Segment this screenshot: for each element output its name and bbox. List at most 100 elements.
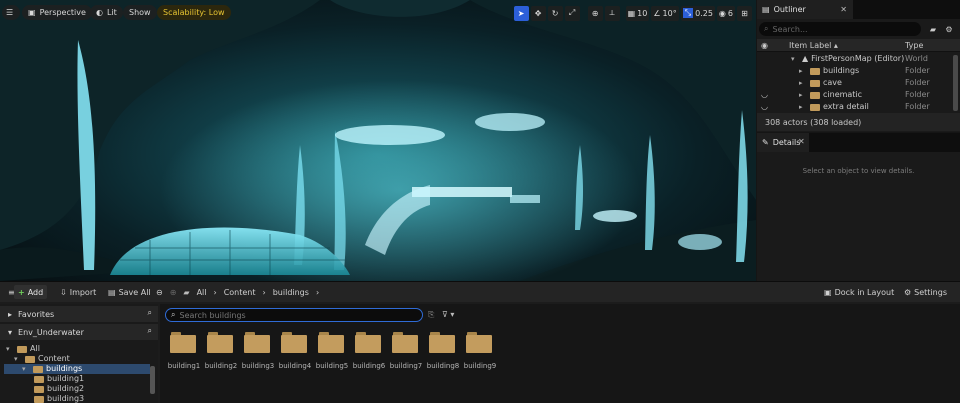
chevron-down-icon[interactable]: ▾ — [791, 53, 799, 65]
asset-grid: building1 building2 building3 building4 … — [168, 331, 958, 401]
outliner-row[interactable]: ◡ ▸ cinematic Folder — [757, 89, 950, 101]
tree-item-all[interactable]: ▾ All — [4, 344, 150, 354]
viewport-toolbar: ☰ ▣ Perspective ◐ Lit Show Scalability: … — [0, 5, 756, 21]
outliner-row[interactable]: ▾ ▲ FirstPersonMap (Editor) World — [757, 53, 950, 65]
type-column[interactable]: Type — [905, 41, 923, 50]
view-mode-button[interactable]: ◐ Lit — [90, 5, 123, 20]
tree-item-building2[interactable]: building2 — [4, 384, 150, 394]
outliner-row[interactable]: ▸ buildings Folder — [757, 65, 950, 77]
save-icon: ▤ — [108, 287, 116, 297]
tree-item-building3[interactable]: building3 — [4, 394, 150, 403]
asset-folder[interactable]: building6 — [353, 331, 387, 376]
outliner-tab[interactable]: ▤ Outliner ✕ — [757, 0, 853, 19]
search-icon: ⌕ — [764, 24, 769, 33]
chevron-right-icon: › — [262, 287, 266, 297]
folder-icon — [466, 331, 492, 353]
globe-icon: ⊕ — [591, 8, 599, 18]
layout-icon: ⊞ — [741, 8, 748, 18]
outliner-search-input[interactable] — [772, 24, 913, 34]
folder-icon — [810, 91, 820, 99]
filter-icon[interactable]: ⊽ ▾ — [442, 310, 454, 319]
dock-icon: ▣ — [824, 287, 832, 297]
chevron-right-icon[interactable]: ▸ — [799, 89, 807, 101]
settings-button[interactable]: ⚙ Settings — [900, 285, 951, 299]
visibility-icon[interactable]: ◉ — [761, 41, 768, 50]
chevron-right-icon[interactable]: ▸ — [799, 65, 807, 77]
chevron-right-icon[interactable]: ▸ — [799, 101, 807, 113]
breadcrumb-all[interactable]: All — [197, 288, 207, 297]
select-tool-button[interactable]: ➤ — [513, 5, 529, 21]
sources-panel: ▸ Favorites ⌕ ▾ Env_Underwater ⌕ ▾ All ▾… — [0, 304, 158, 403]
favorites-section[interactable]: ▸ Favorites ⌕ — [0, 306, 158, 322]
outliner-panel: ▤ Outliner ✕ ⌕ ▰ ⚙ ◉ Item Label ▴ Type ▾… — [757, 0, 960, 132]
settings-icon[interactable]: ⚙ — [943, 23, 955, 35]
breadcrumb-content[interactable]: Content — [224, 288, 256, 297]
asset-folder[interactable]: building3 — [242, 331, 276, 376]
asset-search-input[interactable] — [179, 310, 410, 320]
visibility-icon[interactable]: ◡ — [761, 89, 768, 101]
lit-sphere-icon: ◐ — [96, 8, 103, 17]
chevron-right-icon[interactable]: ▸ — [799, 77, 807, 89]
save-search-icon[interactable]: ⎘ — [428, 310, 434, 320]
search-icon: ⌕ — [171, 310, 176, 319]
folder-icon — [34, 395, 44, 403]
folder-icon — [318, 331, 344, 353]
add-button[interactable]: + Add — [14, 285, 48, 299]
outliner-row[interactable]: ▸ cave Folder — [757, 77, 950, 89]
outliner-search-box: ⌕ — [759, 22, 921, 36]
asset-folder[interactable]: building5 — [316, 331, 350, 376]
viewport-menu-button[interactable]: ☰ — [2, 5, 20, 20]
close-icon[interactable]: ✕ — [798, 137, 805, 146]
grid-snap-button[interactable]: ▦ 10 — [625, 5, 650, 21]
rotation-snap-button[interactable]: ∠ 10° — [651, 5, 679, 21]
back-icon[interactable]: ⊖ — [156, 288, 163, 297]
breadcrumb-buildings[interactable]: buildings — [273, 288, 309, 297]
tree-item-buildings[interactable]: ▾ buildings — [4, 364, 150, 374]
viewport-layout-button[interactable]: ⊞ — [737, 5, 752, 21]
folder-icon — [34, 385, 44, 393]
search-icon[interactable]: ⌕ — [148, 308, 152, 318]
project-section[interactable]: ▾ Env_Underwater ⌕ — [0, 324, 158, 340]
chevron-right-icon: › — [213, 287, 217, 297]
tree-item-building1[interactable]: building1 — [4, 374, 150, 384]
level-viewport[interactable]: ☰ ▣ Perspective ◐ Lit Show Scalability: … — [0, 0, 756, 281]
scale-tool-button[interactable]: ⤢ — [564, 5, 580, 21]
tree-scrollbar[interactable] — [150, 366, 155, 394]
asset-folder[interactable]: building7 — [390, 331, 424, 376]
item-label-column[interactable]: Item Label ▴ — [789, 41, 838, 50]
surface-snap-button[interactable]: ⟂ — [604, 5, 620, 21]
close-icon[interactable]: ✕ — [840, 5, 847, 14]
import-button[interactable]: ⇩ Import — [56, 285, 100, 299]
folder-tree: ▾ All ▾ Content ▾ buildings building1 bu… — [4, 344, 150, 403]
grid-icon: ▦ — [627, 8, 636, 18]
folder-icon — [810, 103, 820, 111]
breadcrumb: ⊖ ⊕ ▰ All › Content › buildings › — [156, 285, 319, 299]
folder-icon: ▰ — [183, 287, 190, 297]
outliner-scrollbar[interactable] — [953, 55, 958, 111]
add-folder-icon[interactable]: ▰ — [927, 23, 939, 35]
scale-snap-button[interactable]: ⤡ 0.25 — [680, 5, 715, 21]
rotate-tool-button[interactable]: ↻ — [547, 5, 563, 21]
level-icon: ▲ — [802, 54, 809, 63]
search-icon[interactable]: ⌕ — [148, 326, 152, 336]
perspective-button[interactable]: ▣ Perspective — [22, 5, 92, 20]
details-empty-message: Select an object to view details. — [802, 167, 915, 175]
forward-icon[interactable]: ⊕ — [170, 288, 177, 297]
scalability-badge[interactable]: Scalability: Low — [157, 5, 231, 20]
outliner-row[interactable]: ◡ ▸ extra detail Folder — [757, 101, 950, 113]
asset-folder[interactable]: building2 — [205, 331, 239, 376]
asset-folder[interactable]: building8 — [427, 331, 461, 376]
camera-speed-button[interactable]: ◉ 6 — [716, 5, 735, 21]
tree-item-content[interactable]: ▾ Content — [4, 354, 150, 364]
asset-folder[interactable]: building9 — [464, 331, 498, 376]
world-local-button[interactable]: ⊕ — [587, 5, 603, 21]
camera-icon: ▣ — [28, 8, 36, 17]
folder-icon — [170, 331, 196, 353]
visibility-icon[interactable]: ◡ — [761, 101, 768, 113]
dock-in-layout-button[interactable]: ▣ Dock in Layout — [820, 285, 898, 299]
asset-folder[interactable]: building4 — [279, 331, 313, 376]
save-all-button[interactable]: ▤ Save All — [104, 285, 155, 299]
asset-folder[interactable]: building1 — [168, 331, 202, 376]
show-button[interactable]: Show — [123, 5, 157, 20]
translate-tool-button[interactable]: ✥ — [530, 5, 546, 21]
